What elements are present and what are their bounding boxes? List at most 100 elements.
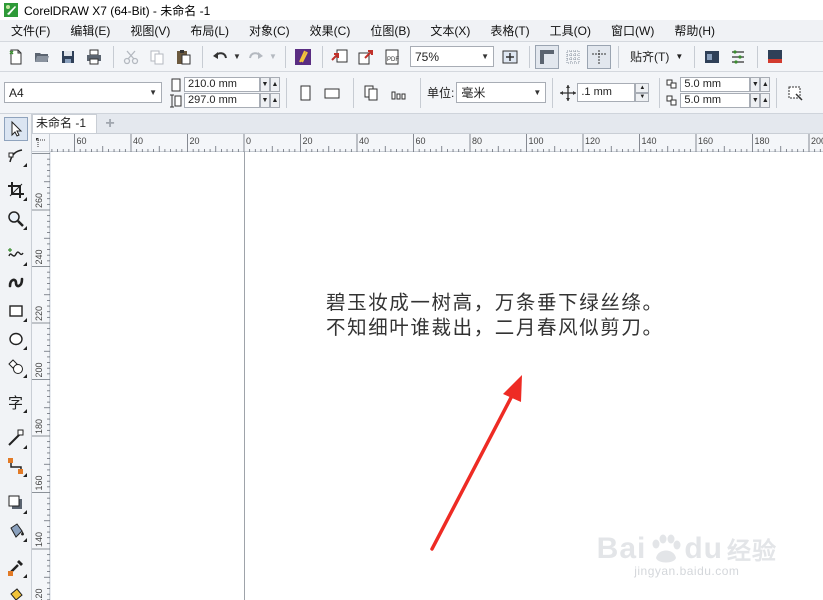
- transparency-tool[interactable]: [4, 519, 28, 543]
- application-launcher-button[interactable]: [763, 45, 787, 69]
- spin-down-icon[interactable]: ▼: [260, 77, 270, 92]
- zoom-level-dropdown[interactable]: 75% ▼: [410, 46, 494, 67]
- undo-dropdown[interactable]: ▼: [232, 45, 242, 69]
- dimension-tool[interactable]: [4, 426, 28, 450]
- copy-button[interactable]: [145, 45, 169, 69]
- import-button[interactable]: [328, 45, 352, 69]
- paste-button[interactable]: [171, 45, 195, 69]
- export-button[interactable]: [354, 45, 378, 69]
- spin-up-icon[interactable]: ▲: [270, 93, 280, 108]
- show-rulers-button[interactable]: [535, 44, 559, 69]
- pick-tool[interactable]: [4, 117, 28, 141]
- tab-document[interactable]: 未命名 -1: [32, 114, 98, 133]
- ruler-label: 260: [34, 193, 44, 208]
- chevron-down-icon: ▼: [675, 52, 684, 61]
- spin-down-icon[interactable]: ▼: [750, 93, 761, 108]
- menu-view[interactable]: 视图(V): [119, 20, 179, 42]
- menu-edit[interactable]: 编辑(E): [59, 20, 119, 42]
- welcome-screen-button[interactable]: [700, 45, 724, 69]
- horizontal-ruler[interactable]: 604020020406080100120140160180200: [50, 134, 823, 152]
- connector-tool[interactable]: [4, 454, 28, 478]
- vertical-ruler[interactable]: 260 240 220 200 180 160 140 120: [32, 152, 50, 600]
- publish-pdf-button[interactable]: PDF: [380, 45, 404, 69]
- poem-text-object[interactable]: 碧玉妆成一树高，万条垂下绿丝绦。 不知细叶谁裁出，二月春风似剪刀。: [326, 290, 664, 340]
- search-content-button[interactable]: [291, 45, 315, 69]
- paper-size-dropdown[interactable]: A4 ▼: [4, 82, 162, 103]
- paper-size-value: A4: [9, 85, 24, 100]
- polygon-tool[interactable]: [4, 355, 28, 379]
- rectangle-tool[interactable]: [4, 299, 28, 323]
- snap-to-dropdown[interactable]: 贴齐(T) ▼: [624, 46, 689, 68]
- show-grid-button[interactable]: [561, 45, 585, 69]
- drawing-canvas[interactable]: 碧玉妆成一树高，万条垂下绿丝绦。 不知细叶谁裁出，二月春风似剪刀。 Bai du…: [51, 152, 823, 600]
- portrait-button[interactable]: [293, 81, 317, 105]
- menu-table[interactable]: 表格(T): [479, 20, 538, 42]
- freehand-tool[interactable]: [4, 243, 28, 267]
- menu-text[interactable]: 文本(X): [419, 20, 479, 42]
- duplicate-x-icon: [666, 79, 677, 88]
- new-tab-button[interactable]: +: [101, 115, 119, 132]
- redo-dropdown[interactable]: ▼: [268, 45, 278, 69]
- menu-object[interactable]: 对象(C): [238, 20, 299, 42]
- menu-bitmaps[interactable]: 位图(B): [359, 20, 419, 42]
- new-document-button[interactable]: [4, 45, 28, 69]
- duplicate-x-input[interactable]: 5.0 mm: [680, 77, 751, 92]
- page-height-spinner[interactable]: ▼ ▲: [260, 93, 280, 108]
- show-guidelines-button[interactable]: [587, 44, 611, 69]
- shape-tool[interactable]: [4, 144, 28, 168]
- menu-help[interactable]: 帮助(H): [663, 20, 724, 42]
- artistic-media-tool[interactable]: [4, 270, 28, 294]
- full-screen-button[interactable]: [498, 45, 522, 69]
- spin-down-icon[interactable]: ▼: [260, 93, 270, 108]
- options-button[interactable]: [726, 45, 750, 69]
- text-tool[interactable]: 字: [4, 390, 28, 414]
- menu-tools[interactable]: 工具(O): [539, 20, 600, 42]
- import-icon: [331, 49, 348, 62]
- menu-effects[interactable]: 效果(C): [299, 20, 360, 42]
- drop-shadow-tool[interactable]: [4, 491, 28, 515]
- zoom-tool[interactable]: [4, 207, 28, 231]
- spin-up-icon[interactable]: ▲: [270, 77, 280, 92]
- page-width-input[interactable]: 210.0 mm: [184, 77, 260, 92]
- ruler-origin[interactable]: [32, 134, 50, 152]
- landscape-button[interactable]: [320, 81, 344, 105]
- duplicate-y-spinner[interactable]: ▼ ▲: [750, 93, 771, 108]
- spin-down-icon[interactable]: ▼: [635, 92, 650, 102]
- watermark-logo-bai: Bai: [596, 531, 647, 565]
- cut-button[interactable]: [119, 45, 143, 69]
- units-value: 毫米: [461, 86, 486, 100]
- units-dropdown[interactable]: 毫米 ▼: [456, 82, 547, 103]
- ellipse-tool[interactable]: [4, 327, 28, 351]
- current-page-button[interactable]: [387, 81, 411, 105]
- treat-as-filled-button[interactable]: [783, 81, 807, 105]
- page-width-spinner[interactable]: ▼ ▲: [260, 77, 280, 92]
- page-height-row: 297.0 mm ▼ ▲: [170, 93, 280, 109]
- page-height-icon: [170, 94, 182, 107]
- all-pages-button[interactable]: [360, 81, 384, 105]
- spin-up-icon[interactable]: ▲: [760, 93, 771, 108]
- nudge-distance-input[interactable]: .1 mm: [577, 83, 636, 102]
- save-button[interactable]: [56, 45, 80, 69]
- guidelines-icon: [592, 49, 606, 64]
- menu-window[interactable]: 窗口(W): [600, 20, 663, 42]
- toolbar-separator: [618, 45, 619, 68]
- artistic-media-icon: [8, 277, 24, 288]
- open-button[interactable]: [30, 45, 54, 69]
- menu-file[interactable]: 文件(F): [0, 20, 59, 42]
- application-launcher-icon: [768, 49, 783, 63]
- property-separator: [286, 77, 287, 108]
- spin-up-icon[interactable]: ▲: [760, 77, 771, 92]
- nudge-distance-spinner[interactable]: ▲ ▼: [635, 83, 650, 102]
- menu-layout[interactable]: 布局(L): [179, 20, 238, 42]
- duplicate-y-input[interactable]: 5.0 mm: [680, 93, 751, 108]
- interactive-fill-tool[interactable]: [4, 583, 28, 600]
- print-button[interactable]: [82, 45, 106, 69]
- eyedropper-tool[interactable]: [4, 555, 28, 579]
- spin-up-icon[interactable]: ▲: [635, 83, 650, 93]
- spin-down-icon[interactable]: ▼: [750, 77, 761, 92]
- undo-button[interactable]: [208, 45, 232, 69]
- redo-button[interactable]: [244, 45, 268, 69]
- page-height-input[interactable]: 297.0 mm: [184, 93, 260, 108]
- crop-tool[interactable]: [4, 178, 28, 202]
- duplicate-x-spinner[interactable]: ▼ ▲: [750, 77, 771, 92]
